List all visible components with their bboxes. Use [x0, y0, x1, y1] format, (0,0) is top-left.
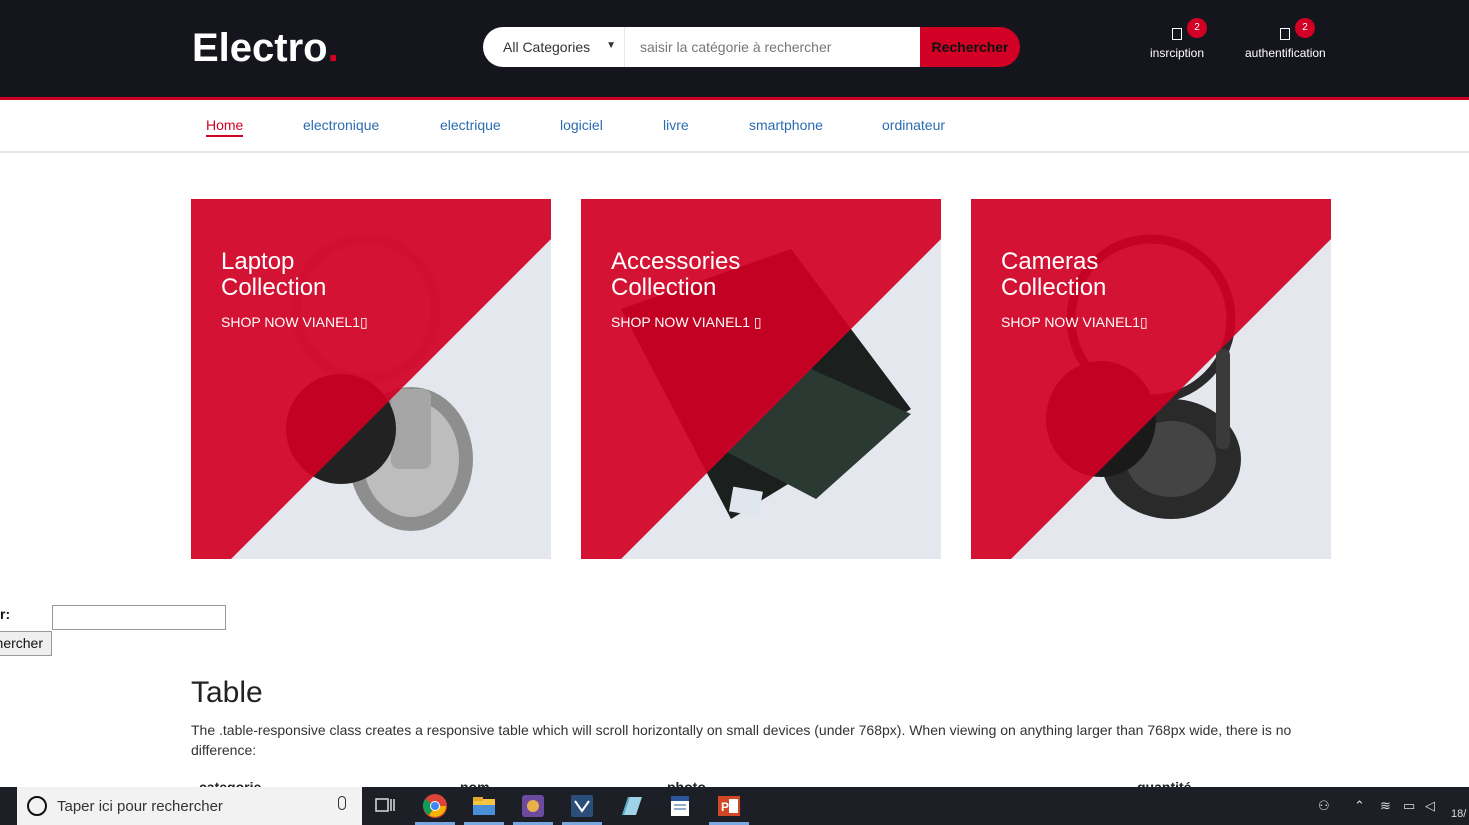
card-title-line1: Cameras — [1001, 248, 1099, 275]
authentification-badge: 2 — [1295, 18, 1315, 38]
taskbar-search-text: Taper ici pour rechercher — [57, 798, 223, 815]
table-header-nom: nom — [460, 779, 490, 787]
card-title: Cameras Collection — [1001, 249, 1106, 301]
logo-dot: . — [327, 26, 339, 70]
card-title-line1: Laptop — [221, 248, 295, 275]
table-header-quantite: quantité — [1137, 779, 1192, 787]
card-title-line2: Collection — [611, 274, 717, 301]
notepad-icon[interactable] — [618, 793, 644, 819]
logo-text: Electro — [192, 26, 328, 70]
taskbar-search[interactable]: Taper ici pour rechercher — [17, 787, 362, 825]
chevron-down-icon: ▼ — [606, 40, 616, 51]
card-title: Accessories Collection — [611, 249, 740, 301]
shop-now-link[interactable]: SHOP NOW VIANEL1▯ — [221, 314, 368, 331]
shop-now-link[interactable]: SHOP NOW VIANEL1▯ — [1001, 314, 1148, 331]
visual-studio-icon[interactable] — [569, 793, 595, 819]
svg-text:P: P — [721, 800, 729, 814]
authentification-action[interactable]: authentification 2 — [1245, 18, 1326, 60]
task-view-icon[interactable] — [373, 793, 399, 819]
file-explorer-icon[interactable] — [471, 793, 497, 819]
powerpoint-icon[interactable]: P — [716, 793, 742, 819]
search-button[interactable]: Rechercher — [920, 27, 1020, 67]
shop-now-link[interactable]: SHOP NOW VIANEL1 ▯ — [611, 314, 762, 331]
word-icon[interactable] — [667, 793, 693, 819]
section-title: Table — [191, 676, 263, 709]
header: Electro. All Categories ▼ Rechercher ins… — [0, 0, 1469, 97]
chrome-icon[interactable] — [422, 793, 448, 819]
wifi-icon[interactable]: ≋ — [1380, 798, 1391, 814]
search-form-input[interactable] — [52, 605, 226, 630]
section-description: The .table-responsive class creates a re… — [191, 722, 1292, 758]
clock-date[interactable]: 18/ — [1451, 808, 1466, 820]
main-nav: Home electronique electrique logiciel li… — [0, 100, 1469, 153]
inscription-label: insrciption — [1150, 46, 1205, 60]
search-input[interactable] — [625, 27, 920, 67]
inscription-badge: 2 — [1187, 18, 1207, 38]
table-header-categorie: categorie — [199, 779, 262, 787]
microphone-icon[interactable] — [338, 796, 346, 810]
search-form-label: r: — [0, 606, 11, 622]
table-header-photo: photo — [667, 779, 706, 787]
card-title-line2: Collection — [1001, 274, 1107, 301]
authentification-label: authentification — [1245, 46, 1326, 60]
nav-item-electrique[interactable]: electrique — [440, 117, 501, 133]
cart-icon — [1280, 28, 1291, 40]
nav-item-smartphone[interactable]: smartphone — [749, 117, 823, 133]
collection-card-laptop[interactable]: Laptop Collection SHOP NOW VIANEL1▯ — [191, 199, 551, 559]
category-select-value: All Categories — [503, 39, 591, 55]
card-title-line1: Accessories — [611, 248, 741, 275]
card-title: Laptop Collection — [221, 249, 326, 301]
inscription-action[interactable]: insrciption 2 — [1150, 18, 1207, 60]
search-bar: All Categories ▼ Rechercher — [483, 27, 1020, 67]
collection-card-accessories[interactable]: Accessories Collection SHOP NOW VIANEL1 ▯ — [581, 199, 941, 559]
chevron-up-icon[interactable]: ⌃ — [1354, 798, 1365, 814]
cortana-icon — [27, 796, 47, 816]
category-select[interactable]: All Categories ▼ — [483, 27, 625, 67]
nav-item-electronique[interactable]: electronique — [303, 117, 379, 133]
search-form-button[interactable]: hercher — [0, 631, 52, 656]
logo[interactable]: Electro. — [192, 26, 339, 71]
people-icon[interactable]: ⚇ — [1318, 798, 1330, 814]
app-icon[interactable] — [520, 793, 546, 819]
battery-icon[interactable]: ▭ — [1403, 798, 1415, 814]
nav-item-ordinateur[interactable]: ordinateur — [882, 117, 945, 133]
nav-item-logiciel[interactable]: logiciel — [560, 117, 603, 133]
card-title-line2: Collection — [221, 274, 327, 301]
volume-icon[interactable]: ◁ — [1425, 798, 1435, 814]
collection-card-cameras[interactable]: Cameras Collection SHOP NOW VIANEL1▯ — [971, 199, 1331, 559]
heart-icon — [1172, 28, 1183, 40]
nav-item-home[interactable]: Home — [206, 117, 244, 137]
windows-taskbar: Taper ici pour rechercher P ⚇ ⌃ ≋ ▭ ◁ 18… — [0, 787, 1469, 825]
nav-item-livre[interactable]: livre — [663, 117, 689, 133]
